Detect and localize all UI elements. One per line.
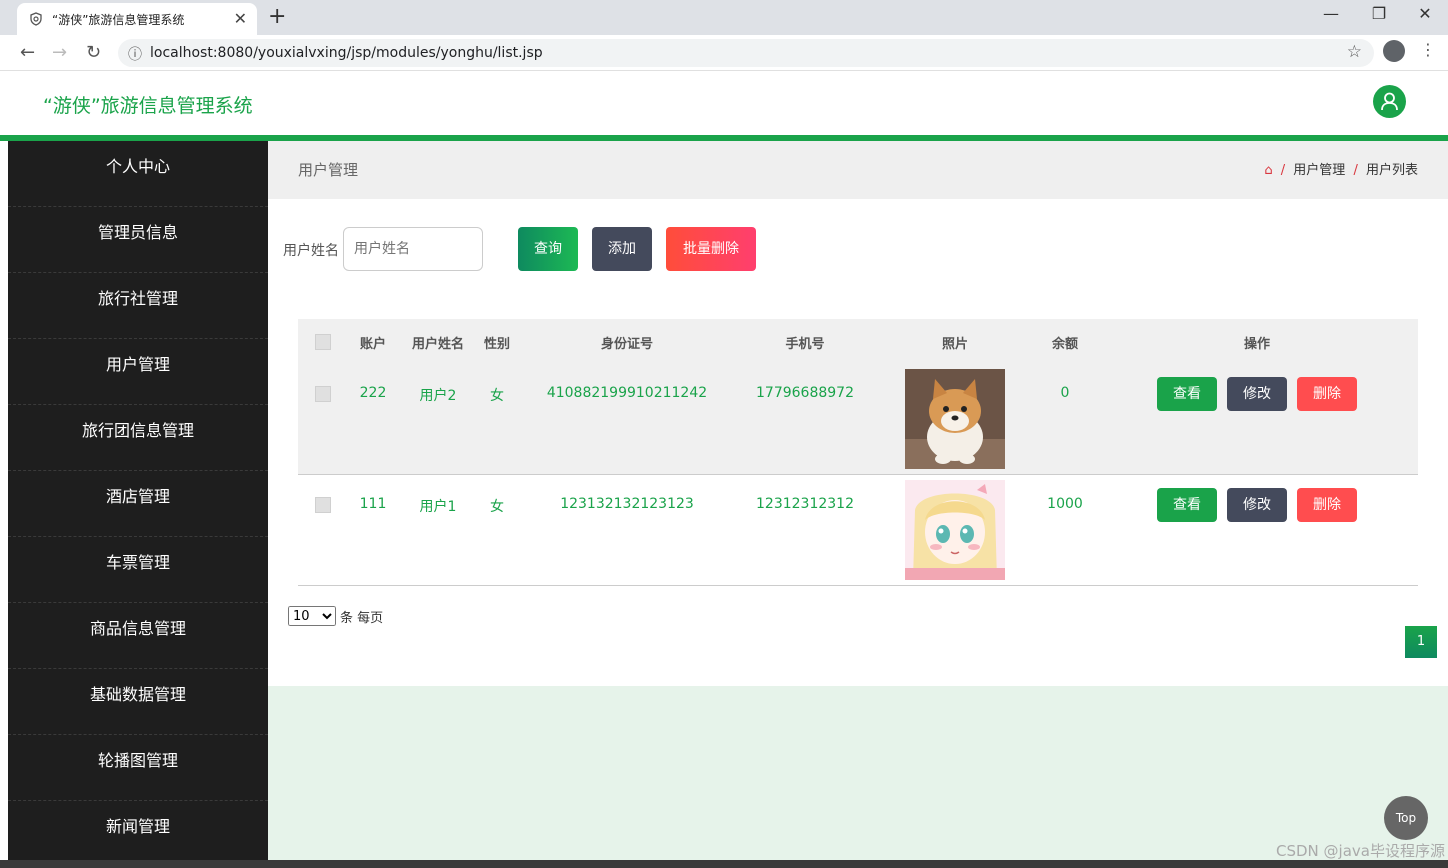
sidebar-item-admin-info[interactable]: 管理员信息 [8,207,268,273]
window-close-button[interactable]: ✕ [1402,4,1448,23]
tab-close-icon[interactable]: ✕ [234,9,247,28]
cell-id-number: 410882199910211242 [546,385,708,401]
table-row: 111 用户1 女 123132132123123 12312312312 10… [298,475,1418,586]
reload-icon[interactable]: ↻ [86,42,101,63]
shiba-dog-photo [905,369,1005,469]
column-header-id-number: 身份证号 [600,337,653,352]
sidebar-item-ticket[interactable]: 车票管理 [8,537,268,603]
restore-button[interactable]: ❐ [1356,4,1402,23]
breadcrumb-bar: 用户管理 ⌂ / 用户管理 / 用户列表 [268,141,1448,199]
sidebar-item-base-data[interactable]: 基础数据管理 [8,669,268,735]
back-to-top-button[interactable]: Top [1384,796,1428,840]
sidebar: 个人中心 管理员信息 旅行社管理 用户管理 旅行团信息管理 酒店管理 车票管理 … [8,141,268,868]
forward-arrow-icon[interactable]: → [52,42,67,63]
page-size-select[interactable]: 10 [288,606,336,626]
breadcrumb-separator: / [1280,163,1286,178]
cell-phone: 12312312312 [756,496,854,512]
taskbar-strip [0,860,1448,868]
view-button[interactable]: 查看 [1157,488,1217,522]
cell-name: 用户2 [419,388,457,404]
site-shield-icon [30,12,42,26]
page-number-button[interactable]: 1 [1405,626,1437,658]
table-header: 账户 用户姓名 性别 身份证号 手机号 照片 余额 操作 [298,319,1418,364]
column-header-actions: 操作 [1243,337,1270,352]
breadcrumb-separator: / [1353,163,1358,178]
query-button[interactable]: 查询 [518,227,578,271]
search-label: 用户姓名 [283,243,339,259]
sidebar-item-personal-center[interactable]: 个人中心 [8,141,268,207]
column-header-name: 用户姓名 [411,337,464,352]
minimize-button[interactable]: — [1308,4,1354,23]
edit-button[interactable]: 修改 [1227,488,1287,522]
url-text: localhost:8080/youxialvxing/jsp/modules/… [150,45,543,61]
info-icon[interactable]: ⓘ [128,44,142,64]
edit-button[interactable]: 修改 [1227,377,1287,411]
column-header-balance: 余额 [1051,337,1078,352]
cell-id-number: 123132132123123 [560,496,694,512]
cell-gender: 女 [490,388,504,404]
breadcrumb-user-list: 用户列表 [1365,163,1418,178]
table-row: 222 用户2 女 410882199910211242 17796688972 [298,364,1418,475]
user-icon [1381,92,1398,111]
view-button[interactable]: 查看 [1157,377,1217,411]
back-arrow-icon[interactable]: ← [20,42,35,63]
address-bar: ← → ↻ ⓘ localhost:8080/youxialvxing/jsp/… [0,35,1448,71]
tab-title: “游侠”旅游信息管理系统 [52,13,185,27]
app-title: “游侠”旅游信息管理系统 [43,95,253,117]
url-field[interactable]: ⓘ localhost:8080/youxialvxing/jsp/module… [118,39,1374,67]
breadcrumb: ⌂ / 用户管理 / 用户列表 [1264,159,1418,178]
cell-balance: 0 [1060,385,1070,401]
sidebar-item-user-management[interactable]: 用户管理 [8,339,268,405]
sidebar-item-goods[interactable]: 商品信息管理 [8,603,268,669]
batch-delete-button[interactable]: 批量删除 [666,227,756,271]
cell-account: 111 [359,496,387,512]
browser-tab[interactable]: “游侠”旅游信息管理系统 ✕ [17,3,257,35]
page-title: 用户管理 [298,161,359,179]
row-checkbox[interactable] [315,497,331,513]
cell-phone: 17796688972 [756,385,854,401]
anime-girl-photo [905,480,1005,580]
new-tab-button[interactable]: + [268,4,286,29]
column-header-account: 账户 [359,337,386,352]
user-avatar-icon[interactable] [1373,85,1406,118]
select-all-checkbox[interactable] [315,334,331,350]
delete-button[interactable]: 删除 [1297,377,1357,411]
row-checkbox[interactable] [315,386,331,402]
app-header: “游侠”旅游信息管理系统 [0,71,1448,135]
cell-account: 222 [359,385,387,401]
column-header-gender: 性别 [483,337,510,352]
column-header-phone: 手机号 [785,337,825,352]
sidebar-item-news[interactable]: 新闻管理 [8,801,268,867]
bookmark-star-icon[interactable]: ☆ [1347,42,1362,62]
sidebar-item-carousel[interactable]: 轮播图管理 [8,735,268,801]
sidebar-item-tour-group[interactable]: 旅行团信息管理 [8,405,268,471]
watermark: CSDN @java毕设程序源 [1276,842,1445,860]
browser-tab-bar: “游侠”旅游信息管理系统 ✕ + — ❐ ✕ [0,0,1448,35]
home-icon[interactable]: ⌂ [1264,163,1272,178]
main-panel: 用户管理 ⌂ / 用户管理 / 用户列表 用户姓名 查询 添加 批量删除 账户 … [268,141,1448,686]
cell-balance: 1000 [1047,496,1083,512]
cell-gender: 女 [490,499,504,515]
browser-menu-icon[interactable]: ⋮ [1420,40,1436,59]
breadcrumb-user-management[interactable]: 用户管理 [1293,163,1345,178]
search-input[interactable] [343,227,483,271]
sidebar-item-travel-agency[interactable]: 旅行社管理 [8,273,268,339]
profile-avatar-icon[interactable] [1383,40,1405,62]
add-button[interactable]: 添加 [592,227,652,271]
sidebar-item-hotel[interactable]: 酒店管理 [8,471,268,537]
column-header-photo: 照片 [941,337,968,352]
page-size-label: 条 每页 [340,611,384,626]
cell-name: 用户1 [419,499,457,515]
delete-button[interactable]: 删除 [1297,488,1357,522]
